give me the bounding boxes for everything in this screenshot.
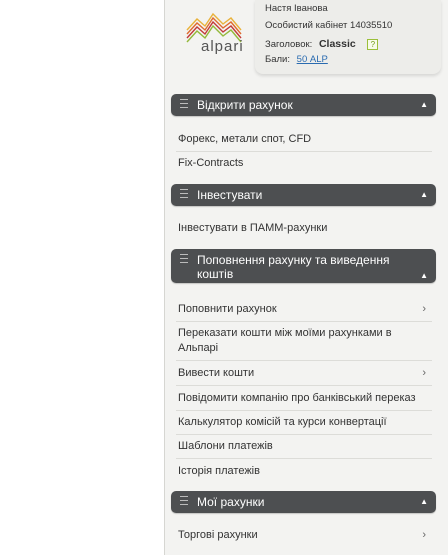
chevron-right-icon: › — [422, 529, 426, 541]
section-my-accounts-header[interactable]: Мої рахунки ▲ — [171, 491, 436, 513]
user-cabinet: Особистий кабінет 14035510 — [265, 20, 393, 31]
user-name: Настя Іванова — [265, 3, 328, 14]
section-title: Інвестувати — [197, 188, 263, 202]
collapse-arrow-icon: ▲ — [420, 271, 428, 280]
menu-icon — [180, 496, 188, 508]
menu-icon — [180, 189, 188, 201]
collapse-arrow-icon: ▲ — [420, 497, 428, 506]
menu-item-deposit[interactable]: Поповнити рахунок › — [176, 302, 432, 322]
section-title: Поповнення рахунку та виведення коштів — [197, 253, 389, 281]
menu-item-transfer[interactable]: Переказати кошти між моїми рахунками в А… — [176, 326, 432, 361]
menu-item-notify-bank-transfer[interactable]: Повідомити компанію про банківський пере… — [176, 391, 432, 411]
user-points-link[interactable]: 50 ALP — [297, 54, 328, 65]
chevron-right-icon: › — [422, 303, 426, 315]
menu-item-payment-templates[interactable]: Шаблони платежів — [176, 439, 432, 459]
menu-item-label-line2: Альпарі — [178, 342, 219, 354]
alpari-logo[interactable]: alpari — [177, 0, 261, 76]
user-points-label: Бали: — [265, 54, 291, 65]
menu-item-invest-pamm[interactable]: Інвестувати в ПАММ-рахунки — [178, 221, 428, 236]
section-title: Мої рахунки — [197, 495, 265, 509]
user-card: Настя Іванова Особистий кабінет 14035510… — [255, 0, 441, 74]
menu-item-label: Торгові рахунки — [178, 529, 258, 541]
menu-item-label: Поповнити рахунок — [178, 303, 277, 315]
section-title-line1: Поповнення рахунку та виведення — [197, 253, 390, 267]
menu-item-forex[interactable]: Форекс, метали спот, CFD — [176, 132, 432, 152]
user-title-label: Заголовок: — [265, 39, 313, 50]
help-icon[interactable]: ? — [367, 38, 379, 50]
section-open-account-header[interactable]: Відкрити рахунок ▲ — [171, 94, 436, 116]
collapse-arrow-icon: ▲ — [420, 100, 428, 109]
user-title-value: Classic — [318, 38, 356, 50]
menu-item-payment-history[interactable]: Історія платежів — [178, 464, 428, 479]
menu-icon — [180, 254, 188, 266]
menu-item-trading-accounts[interactable]: Торгові рахунки › — [178, 528, 428, 543]
chevron-right-icon: › — [422, 367, 426, 379]
user-title-row: Заголовок: Classic ? — [265, 38, 379, 50]
section-invest-header[interactable]: Інвестувати ▲ — [171, 184, 436, 206]
section-title-line2: коштів — [197, 267, 234, 281]
menu-item-withdraw[interactable]: Вивести кошти › — [176, 366, 432, 386]
menu-item-label-line1: Переказати кошти між моїми рахунками в — [178, 327, 392, 339]
user-points-row: Бали: 50 ALP — [265, 54, 328, 65]
logo-text: alpari — [201, 38, 244, 55]
section-title: Відкрити рахунок — [197, 98, 293, 112]
page-background-left — [0, 0, 164, 555]
sidebar-panel: alpari Настя Іванова Особистий кабінет 1… — [164, 0, 448, 555]
section-deposit-withdraw-header[interactable]: Поповнення рахунку та виведення коштів ▲ — [171, 249, 436, 283]
menu-item-fee-calculator[interactable]: Калькулятор комісій та курси конвертації — [176, 415, 432, 435]
menu-item-label: Вивести кошти — [178, 367, 255, 379]
collapse-arrow-icon: ▲ — [420, 190, 428, 199]
menu-item-fix-contracts[interactable]: Fix-Contracts — [178, 156, 428, 171]
menu-icon — [180, 99, 188, 111]
